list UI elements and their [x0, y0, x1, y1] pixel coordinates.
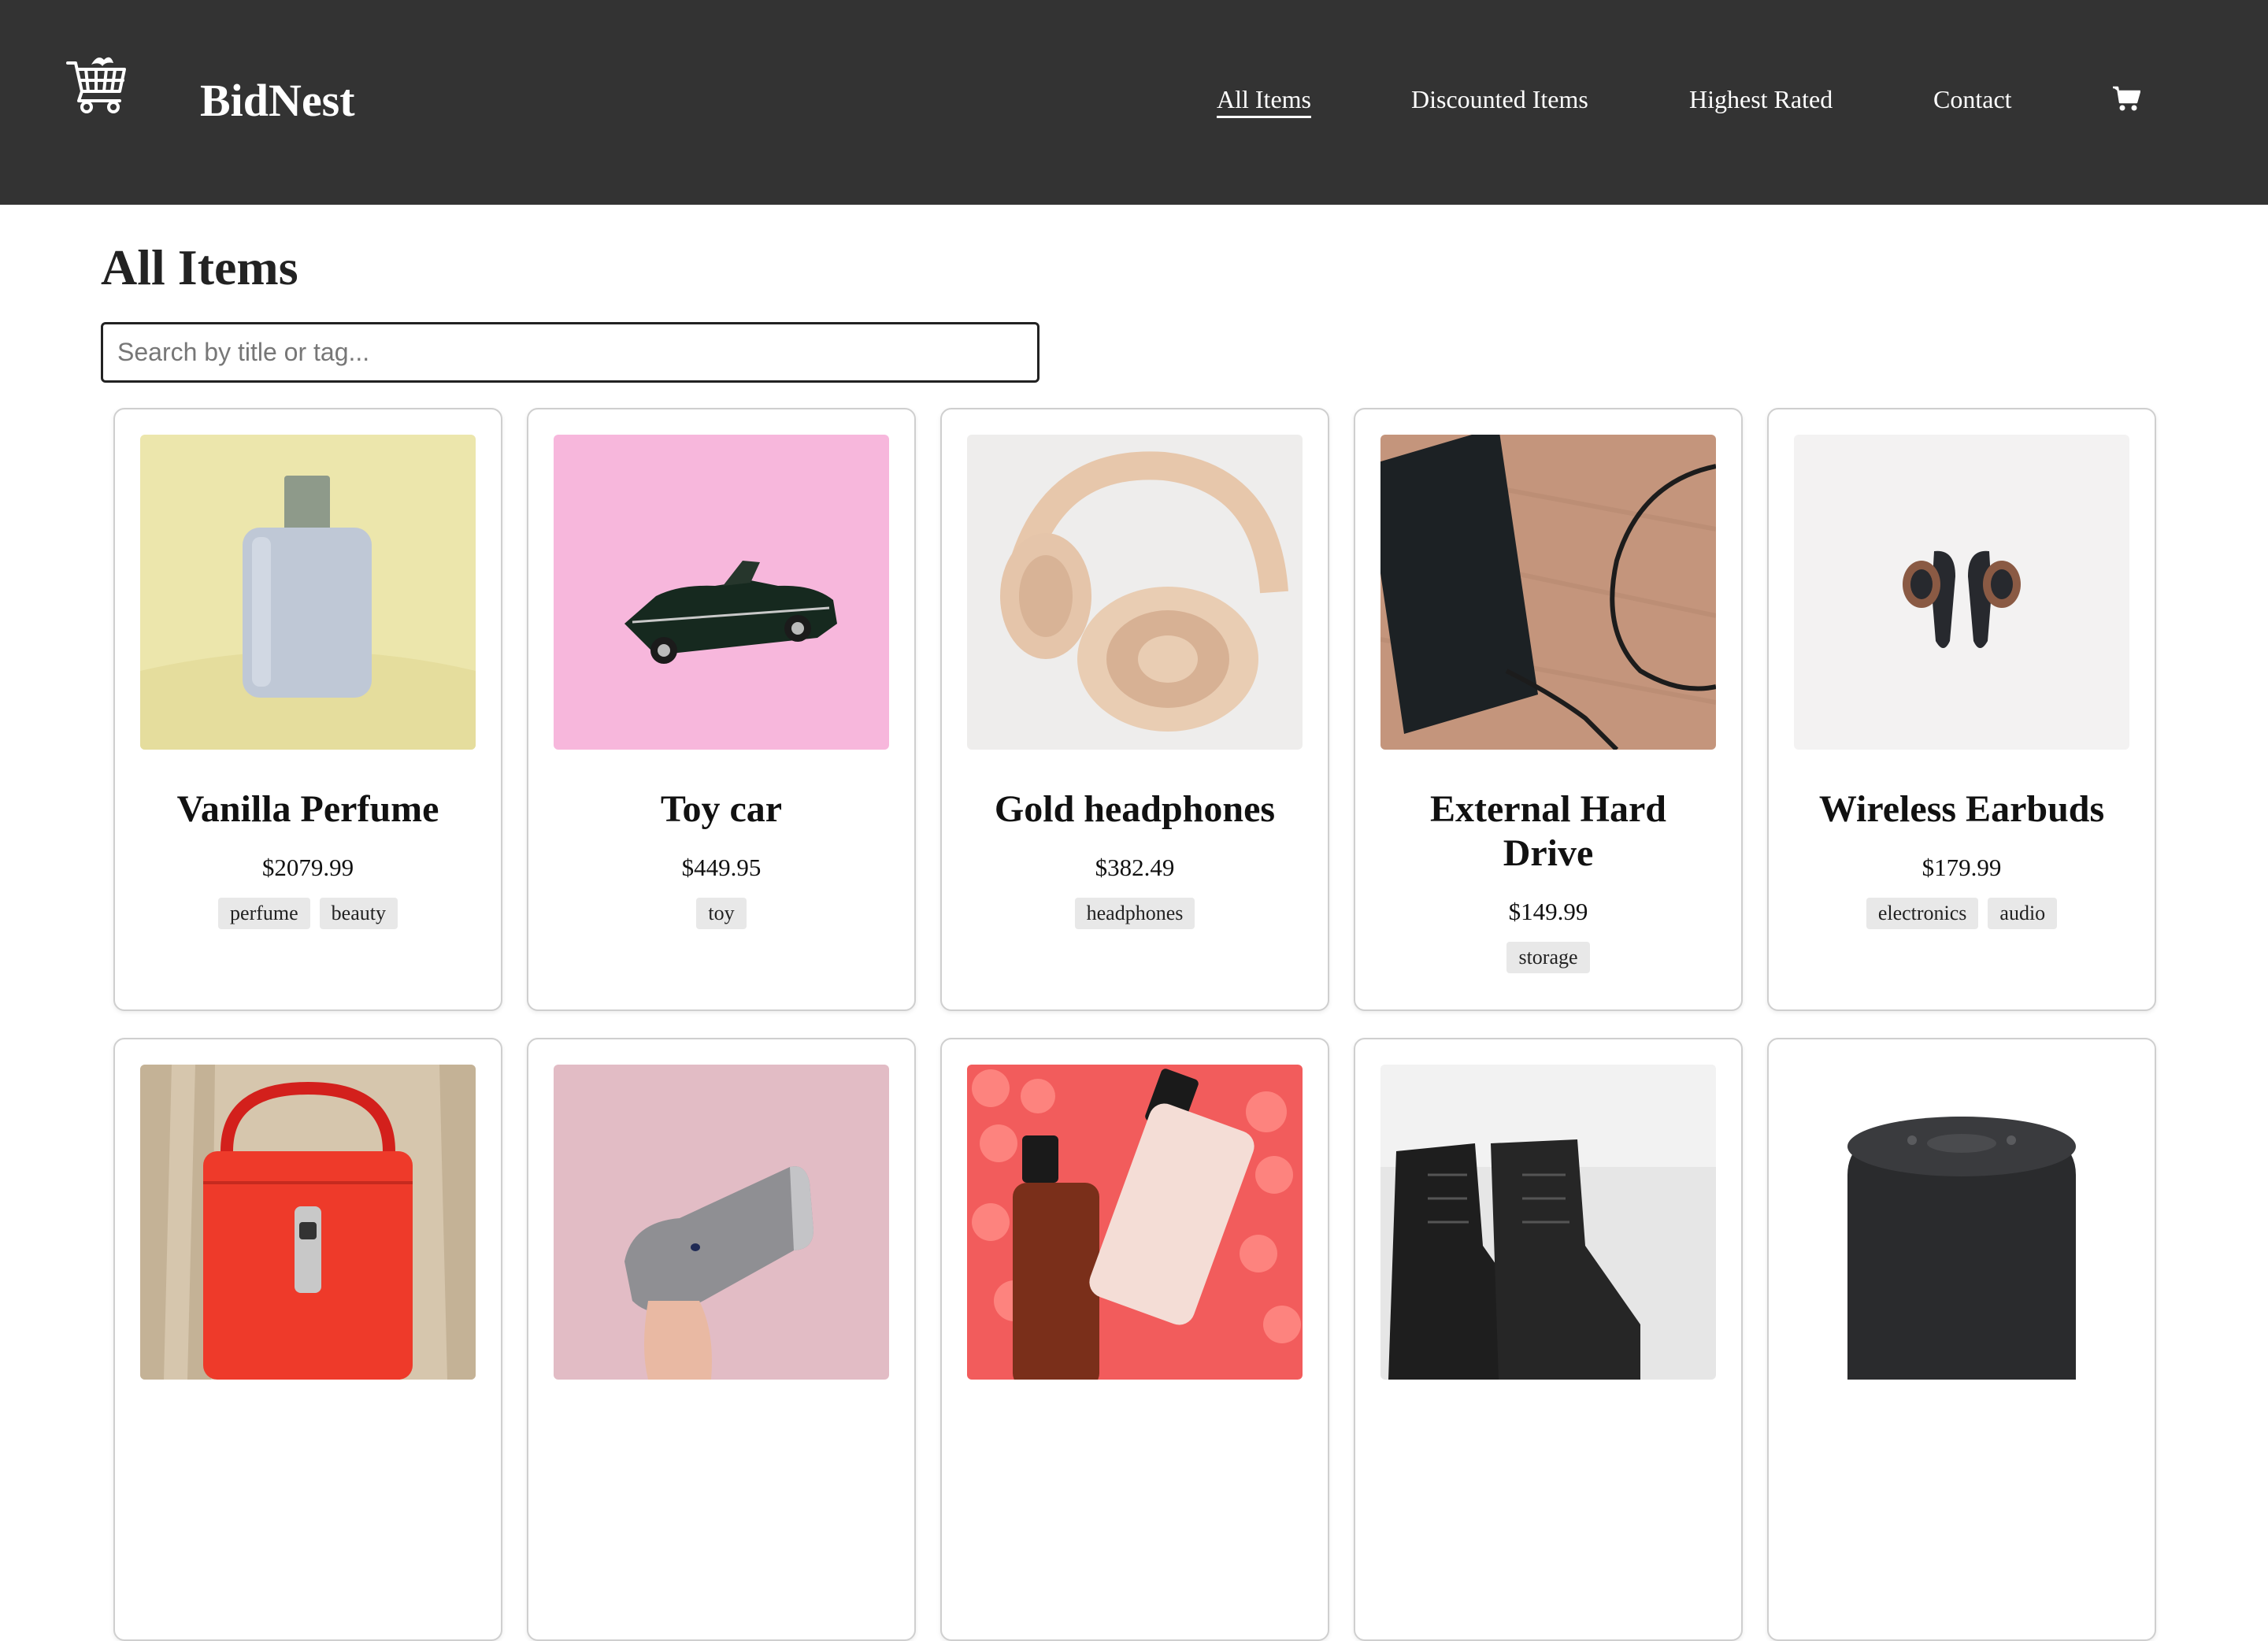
nav-discounted-items[interactable]: Discounted Items	[1411, 83, 1588, 115]
site-header: BidNest All Items Discounted Items Highe…	[0, 0, 2268, 205]
tag-badge[interactable]: toy	[696, 898, 747, 929]
earbuds-image[interactable]	[1794, 435, 2129, 750]
product-title[interactable]: Gold headphones	[967, 787, 1303, 832]
black-boots-image[interactable]	[1380, 1065, 1716, 1380]
product-card[interactable]	[527, 1038, 916, 1641]
product-tags: perfume beauty	[218, 898, 398, 929]
product-price: $382.49	[1095, 854, 1175, 881]
product-grid: Vanilla Perfume $2079.99 perfume beauty …	[113, 408, 2156, 1641]
product-card[interactable]: Vanilla Perfume $2079.99 perfume beauty	[113, 408, 502, 1011]
shopping-cart-icon[interactable]	[2112, 85, 2141, 112]
product-card[interactable]: Wireless Earbuds $179.99 electronics aud…	[1767, 408, 2156, 1011]
tag-badge[interactable]: storage	[1506, 942, 1590, 973]
product-price: $149.99	[1508, 898, 1588, 925]
product-card[interactable]: Gold headphones $382.49 headphones	[940, 408, 1329, 1011]
product-title[interactable]: External Hard Drive	[1380, 787, 1716, 876]
headphones-image[interactable]	[967, 435, 1303, 750]
product-price: $2079.99	[261, 854, 354, 881]
nav-all-items[interactable]: All Items	[1217, 83, 1311, 118]
hair-dryer-image[interactable]	[554, 1065, 889, 1380]
product-card[interactable]	[1767, 1038, 2156, 1641]
tag-badge[interactable]: electronics	[1866, 898, 1979, 929]
nav-highest-rated[interactable]: Highest Rated	[1689, 83, 1833, 115]
tag-badge[interactable]: beauty	[319, 898, 398, 929]
product-tags: electronics audio	[1866, 898, 2058, 929]
product-tags: storage	[1506, 942, 1590, 973]
bluetooth-speaker-image[interactable]	[1794, 1065, 2129, 1380]
product-card[interactable]: External Hard Drive $149.99 storage	[1354, 408, 1743, 1011]
product-card[interactable]: Toy car $449.95 toy	[527, 408, 916, 1011]
toy-car-image[interactable]	[554, 435, 889, 750]
product-card[interactable]	[940, 1038, 1329, 1641]
product-tags: toy	[696, 898, 747, 929]
hard-drive-image[interactable]	[1380, 435, 1716, 750]
product-card[interactable]	[1354, 1038, 1743, 1641]
perfume-bottle-image[interactable]	[140, 435, 476, 750]
brand-name[interactable]: BidNest	[200, 72, 355, 129]
product-tags: headphones	[1074, 898, 1195, 929]
red-handbag-image[interactable]	[140, 1065, 476, 1380]
product-price: $179.99	[1922, 854, 2002, 881]
product-title[interactable]: Wireless Earbuds	[1794, 787, 2129, 832]
search-input[interactable]	[101, 322, 1040, 383]
page-title: All Items	[101, 239, 298, 295]
shopping-cart-logo-icon[interactable]	[65, 52, 129, 117]
product-title[interactable]: Vanilla Perfume	[140, 787, 476, 832]
product-card[interactable]	[113, 1038, 502, 1641]
tag-badge[interactable]: headphones	[1074, 898, 1195, 929]
nav-contact[interactable]: Contact	[1933, 83, 2012, 115]
product-price: $449.95	[681, 854, 762, 881]
tag-badge[interactable]: audio	[1988, 898, 2058, 929]
product-title[interactable]: Toy car	[554, 787, 889, 832]
tag-badge[interactable]: perfume	[218, 898, 310, 929]
serum-bottles-image[interactable]	[967, 1065, 1303, 1380]
